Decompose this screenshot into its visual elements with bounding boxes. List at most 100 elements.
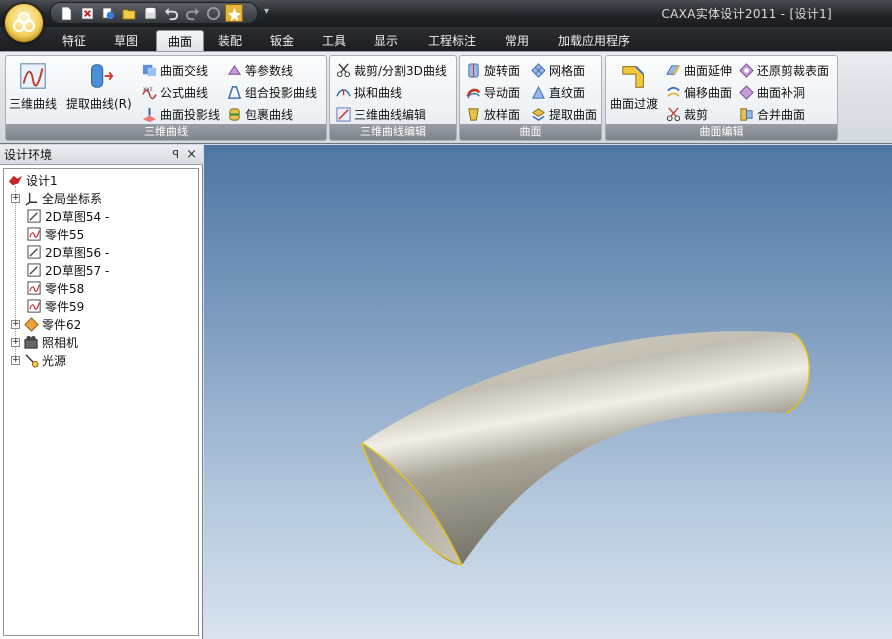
- surface-part-icon: [23, 316, 39, 332]
- tree-node-part-59[interactable]: 零件59: [26, 297, 84, 315]
- expand-toggle[interactable]: +: [11, 337, 20, 347]
- combined-projection-label: 组合投影曲线: [245, 85, 318, 100]
- tab-addins[interactable]: 加载应用程序: [548, 30, 640, 52]
- mesh-surface-button[interactable]: 网格面: [530, 60, 585, 80]
- close-icon[interactable]: ×: [186, 145, 197, 165]
- surface-projection-icon: [141, 106, 157, 122]
- tree-node-global-coords[interactable]: + 全局坐标系: [11, 189, 102, 207]
- loft-surface-icon: [465, 106, 481, 122]
- tab-sheetmetal[interactable]: 钣金: [260, 30, 304, 52]
- loft-surface-button[interactable]: 放样面: [465, 104, 520, 124]
- redo-icon[interactable]: [183, 4, 201, 22]
- new-icon[interactable]: [57, 4, 75, 22]
- save-icon[interactable]: [141, 4, 159, 22]
- tree-node-sketch-57[interactable]: 2D草图57 -: [26, 261, 109, 279]
- light-icon: [23, 352, 39, 368]
- expand-toggle[interactable]: +: [11, 319, 20, 329]
- tree-node-sketch-54[interactable]: 2D草图54 -: [26, 207, 109, 225]
- tab-sketch[interactable]: 草图: [104, 30, 148, 52]
- panel-header: 设计环境 ꟼ ×: [0, 145, 203, 165]
- surface-intersection-icon: [141, 62, 157, 78]
- wrap-curve-button[interactable]: 包裹曲线: [226, 104, 293, 124]
- surface-projection-button[interactable]: 曲面投影线: [141, 104, 220, 124]
- iso-parametric-button[interactable]: 等参数线: [226, 60, 293, 80]
- offset-surface-button[interactable]: 偏移曲面: [665, 82, 732, 102]
- trim-split-3d-button[interactable]: 裁剪/分割3D曲线: [335, 60, 447, 80]
- extract-surface-icon: [530, 106, 546, 122]
- tab-tools[interactable]: 工具: [312, 30, 356, 52]
- trim-button[interactable]: 裁剪: [665, 104, 708, 124]
- app-menu-button[interactable]: [4, 3, 44, 43]
- close-doc-icon[interactable]: [78, 4, 96, 22]
- ruled-surface-button[interactable]: 直纹面: [530, 82, 585, 102]
- extract-curve-label: 提取曲线(R): [66, 97, 132, 111]
- surface-extend-icon: [665, 62, 681, 78]
- rebuild-icon[interactable]: [204, 4, 222, 22]
- tab-display[interactable]: 显示: [364, 30, 408, 52]
- tree-node-light[interactable]: + 光源: [11, 351, 66, 369]
- tab-assembly[interactable]: 装配: [208, 30, 252, 52]
- design-tree: 设计1 + 全局坐标系 2D草图54 - 零件55 2D草图56 - 2D草图5…: [3, 168, 199, 636]
- fit-curve-label: 拟和曲线: [354, 85, 403, 100]
- tab-surface[interactable]: 曲面: [156, 30, 204, 52]
- app-logo-icon: [13, 12, 35, 32]
- open-icon[interactable]: [120, 4, 138, 22]
- tree-node-part-62[interactable]: + 零件62: [11, 315, 81, 333]
- copy-icon[interactable]: [99, 4, 117, 22]
- 3d-curve-edit-label: 三维曲线编辑: [354, 107, 427, 122]
- tree-node-camera[interactable]: + 照相机: [11, 333, 78, 351]
- expand-toggle[interactable]: +: [11, 193, 20, 203]
- surface-patch-icon: [738, 84, 754, 100]
- offset-surface-label: 偏移曲面: [684, 85, 733, 100]
- extract-curve-button[interactable]: 提取曲线(R): [66, 60, 132, 112]
- surface-blend-icon: [618, 60, 650, 92]
- tab-common[interactable]: 常用: [495, 30, 539, 52]
- tree-node-sketch-56[interactable]: 2D草图56 -: [26, 243, 109, 261]
- surface-extend-button[interactable]: 曲面延伸: [665, 60, 732, 80]
- extract-surface-button[interactable]: 提取曲面: [530, 104, 597, 124]
- restore-trimmed-button[interactable]: 还原剪裁表面: [738, 60, 829, 80]
- ribbon-tab-bar: 特征 草图 曲面 装配 钣金 工具 显示 工程标注 常用 加载应用程序: [0, 27, 892, 52]
- 3d-curve-button[interactable]: 三维曲线: [9, 60, 57, 112]
- wrap-curve-label: 包裹曲线: [245, 107, 294, 122]
- extract-surface-label: 提取曲面: [549, 107, 598, 122]
- curve-edit-icon: [335, 106, 351, 122]
- group-label-surface-edit: 曲面编辑: [606, 124, 837, 140]
- merge-surface-button[interactable]: 合并曲面: [738, 104, 805, 124]
- ruled-surface-icon: [530, 84, 546, 100]
- trim-split-3d-label: 裁剪/分割3D曲线: [354, 63, 447, 78]
- special-icon[interactable]: [225, 4, 243, 22]
- tab-feature[interactable]: 特征: [52, 30, 96, 52]
- 3d-curve-edit-button[interactable]: 三维曲线编辑: [335, 104, 426, 124]
- combined-projection-button[interactable]: 组合投影曲线: [226, 82, 317, 102]
- window-title: CAXA实体设计2011 - [设计1]: [661, 7, 832, 21]
- group-label-3d-curve-edit: 三维曲线编辑: [330, 124, 456, 140]
- tree-node-part-58[interactable]: 零件58: [26, 279, 84, 297]
- tab-annotation[interactable]: 工程标注: [418, 30, 486, 52]
- qat-dropdown-icon[interactable]: ▾: [264, 6, 269, 17]
- expand-toggle[interactable]: +: [11, 355, 20, 365]
- tree-node-part-55[interactable]: 零件55: [26, 225, 84, 243]
- formula-curve-icon: xyz: [141, 84, 157, 100]
- tree-node-design[interactable]: 设计1: [7, 171, 58, 189]
- surface-patch-button[interactable]: 曲面补洞: [738, 82, 805, 102]
- undo-icon[interactable]: [162, 4, 180, 22]
- fit-curve-button[interactable]: 拟和曲线: [335, 82, 402, 102]
- part-icon: [26, 298, 42, 314]
- iso-parametric-label: 等参数线: [245, 63, 294, 78]
- mesh-surface-icon: [530, 62, 546, 78]
- revolve-surface-button[interactable]: 旋转面: [465, 60, 520, 80]
- surface-intersection-button[interactable]: 曲面交线: [141, 60, 208, 80]
- formula-curve-button[interactable]: xyz 公式曲线: [141, 82, 208, 102]
- pin-icon[interactable]: ꟼ: [172, 145, 179, 165]
- coordinate-system-icon: [23, 190, 39, 206]
- sweep-surface-button[interactable]: 导动面: [465, 82, 520, 102]
- 3d-viewport[interactable]: [204, 145, 892, 639]
- quick-access-toolbar: [50, 2, 258, 24]
- surface-blend-button[interactable]: 曲面过渡: [610, 60, 658, 112]
- group-surface-edit: 曲面过渡 曲面延伸 偏移曲面 裁剪 还原剪裁表面 曲面补洞 合并曲面 曲面编辑: [605, 55, 838, 141]
- 3d-model[interactable]: [204, 145, 892, 639]
- extract-curve-icon: [83, 60, 115, 92]
- merge-surface-label: 合并曲面: [757, 107, 806, 122]
- offset-surface-icon: [665, 84, 681, 100]
